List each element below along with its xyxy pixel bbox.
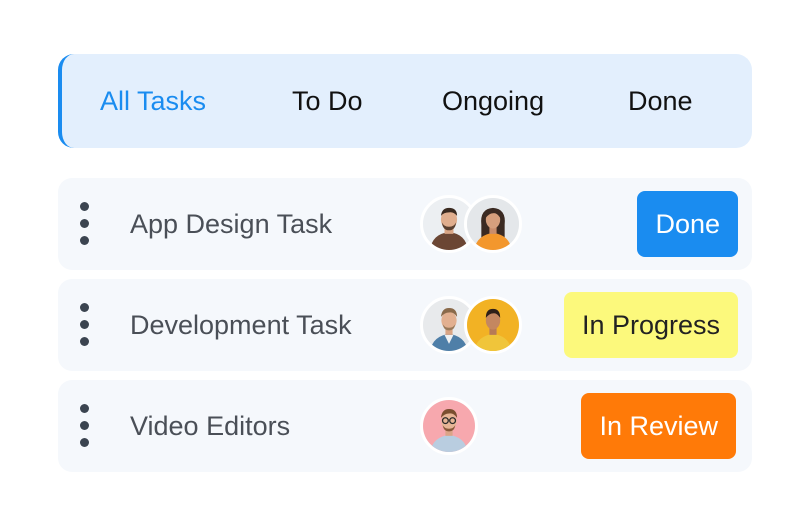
tab-to-do[interactable]: To Do xyxy=(292,54,363,148)
tab-done[interactable]: Done xyxy=(628,54,693,148)
task-title: Development Task xyxy=(130,310,352,340)
status-badge[interactable]: Done xyxy=(637,191,738,257)
tab-all-tasks[interactable]: All Tasks xyxy=(100,54,206,148)
task-title: Video Editors xyxy=(130,411,291,441)
task-title: App Design Task xyxy=(130,209,333,239)
man-yellow-background-avatar xyxy=(464,296,522,354)
man-glasses-pink-background-avatar xyxy=(420,397,478,455)
tab-ongoing[interactable]: Ongoing xyxy=(442,54,544,148)
more-options-icon[interactable] xyxy=(76,202,92,246)
woman-orange-top-avatar xyxy=(464,195,522,253)
task-row[interactable]: App Design Task Done xyxy=(58,178,752,270)
status-badge[interactable]: In Progress xyxy=(563,292,738,358)
more-options-icon[interactable] xyxy=(76,303,92,347)
task-row[interactable]: Video Editors In Review xyxy=(58,380,752,472)
status-badge[interactable]: In Review xyxy=(581,393,736,459)
task-row[interactable]: Development Task In Progress xyxy=(58,279,752,371)
more-options-icon[interactable] xyxy=(76,404,92,448)
task-filter-tabs: All Tasks To Do Ongoing Done xyxy=(58,54,752,148)
